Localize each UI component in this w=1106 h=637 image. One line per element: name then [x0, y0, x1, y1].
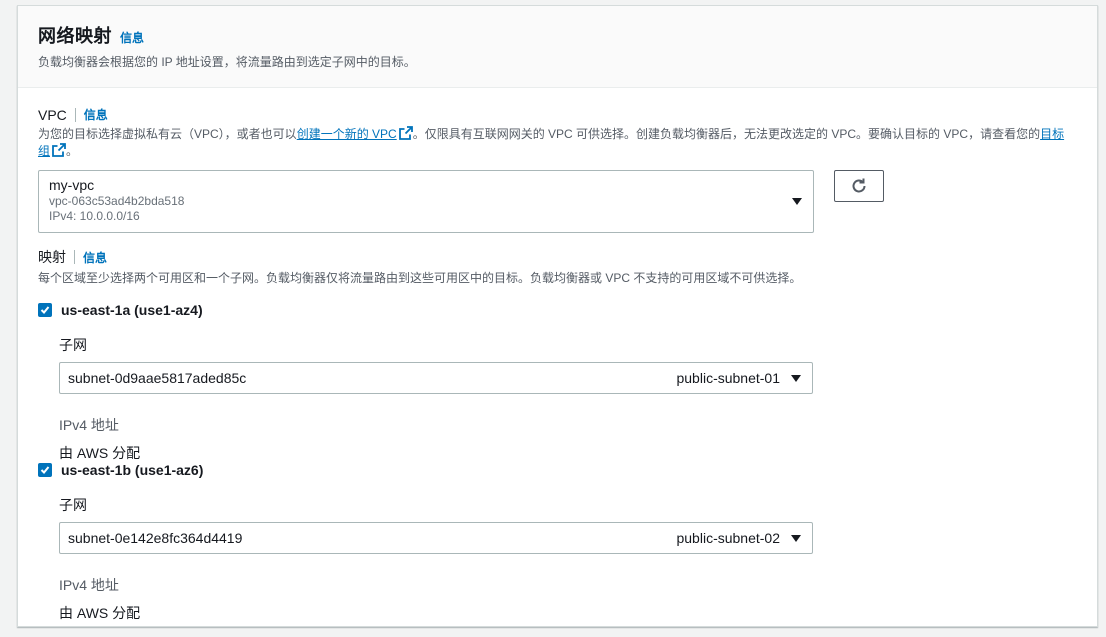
vpc-desc-text-3: 。: [66, 144, 79, 158]
vpc-selected-name: my-vpc: [49, 177, 95, 193]
subnet-select[interactable]: subnet-0d9aae5817aded85c public-subnet-0…: [59, 362, 813, 394]
refresh-icon: [852, 178, 866, 193]
check-icon: [40, 466, 50, 474]
ipv4-label: IPv4 地址: [59, 417, 119, 433]
label-divider: [74, 250, 75, 264]
external-link-icon: [398, 126, 413, 140]
caret-down-icon: [791, 535, 801, 542]
external-link-icon: [52, 143, 66, 157]
vpc-selected-id: vpc-063c53ad4b2bda518: [49, 194, 185, 208]
label-divider: [74, 107, 76, 122]
subnet-id: subnet-0d9aae5817aded85c: [68, 370, 247, 386]
az-name: us-east-1b (use1-az6): [61, 462, 204, 478]
subnet-name: public-subnet-02: [676, 530, 780, 546]
network-mapping-panel: 网络映射 信息 负载均衡器会根据您的 IP 地址设置，将流量路由到选定子网中的目…: [17, 5, 1098, 627]
header-info-link[interactable]: 信息: [120, 29, 144, 46]
vpc-select[interactable]: my-vpc vpc-063c53ad4b2bda518 IPv4: 10.0.…: [38, 170, 814, 233]
panel-description: 负载均衡器会根据您的 IP 地址设置，将流量路由到选定子网中的目标。: [38, 55, 416, 69]
subnet-label: 子网: [59, 337, 87, 353]
caret-down-icon: [792, 198, 802, 205]
ipv4-value: 由 AWS 分配: [59, 445, 141, 461]
vpc-desc-text-1: 为您的目标选择虚拟私有云（VPC），或者也可以: [38, 127, 297, 141]
az-checkbox[interactable]: [38, 303, 52, 317]
panel-header: 网络映射 信息 负载均衡器会根据您的 IP 地址设置，将流量路由到选定子网中的目…: [18, 6, 1097, 88]
az-block: us-east-1a (use1-az4) 子网 subnet-0d9aae58…: [38, 302, 1078, 463]
check-icon: [40, 306, 50, 314]
mapping-label: 映射: [38, 249, 66, 265]
mapping-section: 映射 信息 每个区域至少选择两个可用区和一个子网。负载均衡器仅将流量路由到这些可…: [38, 247, 1078, 287]
vpc-label: VPC: [38, 106, 67, 123]
vpc-desc-text-2: 。仅限具有互联网网关的 VPC 可供选择。创建负载均衡器后，无法更改选定的 VP…: [412, 127, 1041, 141]
vpc-description: 为您的目标选择虚拟私有云（VPC），或者也可以创建一个新的 VPC 。仅限具有互联…: [38, 126, 1068, 160]
ipv4-value: 由 AWS 分配: [59, 605, 141, 621]
az-checkbox[interactable]: [38, 463, 52, 477]
mapping-info-link[interactable]: 信息: [83, 249, 107, 266]
az-block: us-east-1b (use1-az6) 子网 subnet-0e142e8f…: [38, 462, 1078, 623]
subnet-name: public-subnet-01: [676, 370, 780, 386]
subnet-label: 子网: [59, 497, 87, 513]
subnet-select[interactable]: subnet-0e142e8fc364d4419 public-subnet-0…: [59, 522, 813, 554]
az-name: us-east-1a (use1-az4): [61, 302, 203, 318]
create-vpc-link[interactable]: 创建一个新的 VPC: [297, 127, 397, 141]
refresh-button[interactable]: [834, 170, 884, 202]
subnet-id: subnet-0e142e8fc364d4419: [68, 530, 243, 546]
caret-down-icon: [791, 375, 801, 382]
ipv4-label: IPv4 地址: [59, 577, 119, 593]
panel-title: 网络映射: [38, 26, 112, 46]
vpc-section: VPC 信息 为您的目标选择虚拟私有云（VPC），或者也可以创建一个新的 VPC…: [38, 106, 1078, 233]
mapping-description: 每个区域至少选择两个可用区和一个子网。负载均衡器仅将流量路由到这些可用区中的目标…: [38, 271, 802, 285]
vpc-selected-cidr: IPv4: 10.0.0.0/16: [49, 209, 140, 223]
vpc-info-link[interactable]: 信息: [84, 106, 108, 123]
